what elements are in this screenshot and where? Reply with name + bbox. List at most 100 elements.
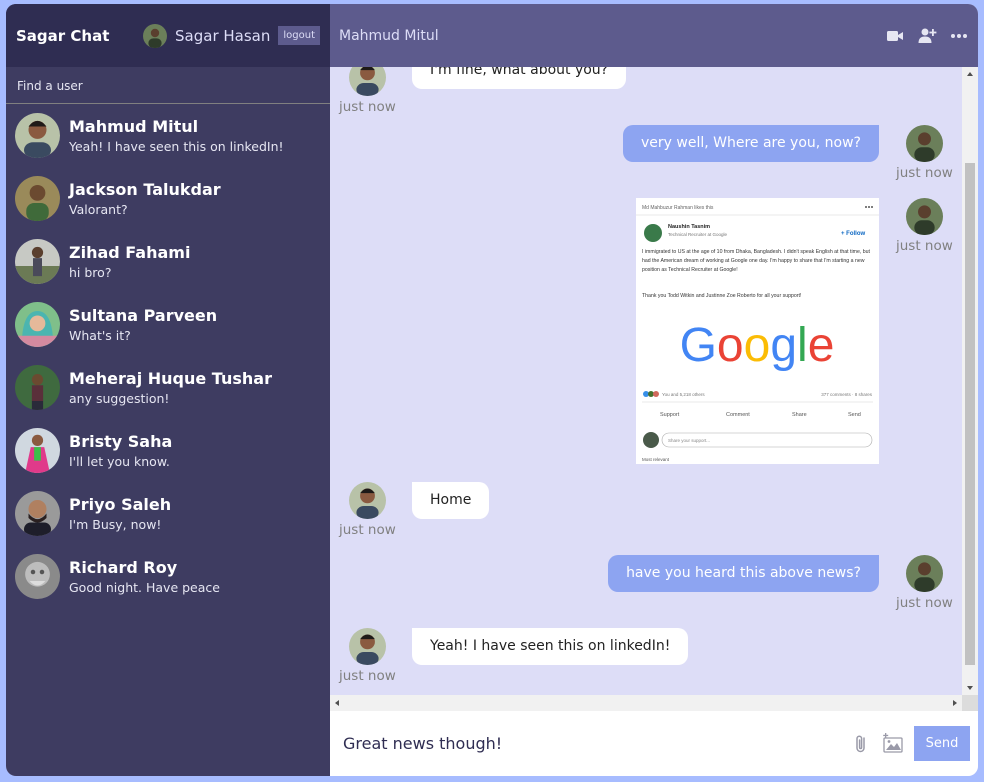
message-time: just now [896, 165, 953, 181]
post-author: Naushin Tasnim [668, 224, 710, 230]
scrollbar-thumb[interactable] [965, 163, 975, 665]
message-time: just now [339, 99, 396, 115]
scroll-right-arrow[interactable] [953, 700, 957, 706]
scroll-left-arrow[interactable] [335, 700, 339, 706]
post-comment-placeholder: Share your support... [668, 438, 710, 443]
chat-item-last-message: What's it? [69, 328, 131, 343]
post-thanks: Thank you Todd Witkin and Justinne Zoe R… [642, 293, 802, 299]
sidebar-navbar: Sagar Chat Sagar Hasan logout [6, 4, 330, 67]
message-time: just now [896, 238, 953, 254]
user-avatar [15, 365, 60, 410]
scroll-down-arrow[interactable] [967, 686, 973, 690]
chat-item-richard-roy[interactable]: Richard Roy Good night. Have peace [6, 545, 330, 608]
chat-item-name: Bristy Saha [69, 432, 173, 451]
message-time: just now [339, 668, 396, 684]
message-meta: just now [896, 125, 953, 181]
logout-button[interactable]: logout [278, 26, 320, 45]
chat-item-name: Zihad Fahami [69, 243, 191, 262]
current-user-avatar [143, 23, 168, 48]
chat-item-name: Jackson Talukdar [69, 180, 221, 199]
chat-header: Mahmud Mitul [330, 4, 978, 67]
sender-avatar [905, 125, 943, 162]
find-user-input[interactable] [6, 67, 330, 103]
post-liker-line: Md Mahbuzur Rahman likes this [642, 205, 714, 211]
chat-app: Sagar Chat Sagar Hasan logout Mahmud Mit… [6, 4, 978, 776]
chat-item-priyo-saleh[interactable]: Priyo Saleh I'm Busy, now! [6, 482, 330, 545]
scrollbar-corner [962, 695, 978, 711]
user-avatar [15, 302, 60, 347]
post-action-share: Share [792, 412, 807, 418]
send-area: Send [850, 726, 970, 761]
post-body: I immigrated to US at the age of 10 from… [642, 249, 870, 273]
more-icon[interactable] [949, 26, 969, 46]
google-logo-text: Google [680, 319, 835, 372]
user-avatar [15, 113, 60, 158]
chat-title: Mahmud Mitul [339, 27, 439, 44]
chat-item-name: Mahmud Mitul [69, 117, 199, 136]
message-bubble: I'm fine, what about you? [412, 67, 627, 89]
sender-avatar [905, 198, 943, 235]
message-meta: just now [339, 67, 396, 115]
chat-item-name: Meheraj Huque Tushar [69, 369, 272, 388]
chat-header-icons [885, 26, 969, 46]
chat-item-mahmud-mitul[interactable]: Mahmud Mitul Yeah! I have seen this on li… [6, 104, 330, 167]
message-bubble: very well, Where are you, now? [622, 125, 879, 162]
chat-item-last-message: Valorant? [69, 202, 128, 217]
add-user-icon[interactable] [917, 26, 937, 46]
post-reactions: You and 5,218 others [662, 392, 705, 397]
user-avatar [15, 176, 60, 221]
message-input-bar: Send [330, 711, 978, 776]
send-button[interactable]: Send [914, 726, 970, 761]
attach-file-icon[interactable] [850, 733, 872, 755]
sender-avatar [905, 555, 943, 592]
chat-item-sultana-parveen[interactable]: Sultana Parveen What's it? [6, 293, 330, 356]
message-meta: just now [339, 628, 396, 684]
current-user: Sagar Hasan logout [143, 23, 320, 48]
chat-item-last-message: Good night. Have peace [69, 580, 220, 595]
message-time: just now [339, 522, 396, 538]
chat-item-name: Sultana Parveen [69, 306, 218, 325]
sender-avatar [348, 628, 386, 665]
chat-panel: Mahmud Mitul just now I'm fine, what abo… [330, 4, 978, 776]
messages-area[interactable]: just now I'm fine, what about you? very … [330, 67, 962, 695]
post-author-role: Technical Recruiter at Google [668, 232, 728, 237]
user-avatar [15, 428, 60, 473]
message-bubble: have you heard this above news? [608, 555, 879, 592]
chat-item-last-message: any suggestion! [69, 391, 170, 406]
app-logo: Sagar Chat [16, 26, 110, 45]
message-meta: just now [896, 555, 953, 611]
chat-item-meheraj-huque-tushar[interactable]: Meheraj Huque Tushar any suggestion! [6, 356, 330, 419]
sender-avatar [348, 67, 386, 96]
video-camera-icon[interactable] [885, 26, 905, 46]
user-avatar [15, 491, 60, 536]
message-meta: just now [896, 198, 953, 254]
message-bubble: Home [412, 482, 490, 519]
sidebar: Sagar Chat Sagar Hasan logout Mahmud Mit… [6, 4, 330, 776]
chat-item-last-message: Yeah! I have seen this on linkedIn! [69, 139, 284, 154]
message-input[interactable] [341, 733, 850, 754]
search-form [6, 67, 330, 104]
message-time: just now [896, 595, 953, 611]
horizontal-scrollbar[interactable] [330, 695, 962, 711]
chat-item-last-message: I'm Busy, now! [69, 517, 162, 532]
chat-item-last-message: I'll let you know. [69, 454, 170, 469]
chat-item-jackson-talukdar[interactable]: Jackson Talukdar Valorant? [6, 167, 330, 230]
chat-list: Mahmud Mitul Yeah! I have seen this on li… [6, 104, 330, 776]
post-follow: + Follow [841, 231, 866, 237]
post-action-comment: Comment [726, 412, 750, 418]
scroll-up-arrow[interactable] [967, 72, 973, 76]
add-image-icon[interactable] [882, 732, 904, 755]
current-user-name: Sagar Hasan [175, 26, 271, 45]
post-action-send: Send [848, 412, 861, 418]
chat-item-name: Priyo Saleh [69, 495, 172, 514]
post-sort: Most relevant [642, 457, 670, 462]
chat-item-last-message: hi bro? [69, 265, 112, 280]
post-stats: 377 comments · 8 shares [821, 392, 873, 397]
chat-item-name: Richard Roy [69, 558, 178, 577]
shared-linkedin-post-image[interactable]: Md Mahbuzur Rahman likes this Naushin Ta… [636, 198, 879, 464]
chat-item-bristy-saha[interactable]: Bristy Saha I'll let you know. [6, 419, 330, 482]
vertical-scrollbar[interactable] [962, 67, 978, 695]
message-meta: just now [339, 482, 396, 538]
chat-item-zihad-fahami[interactable]: Zihad Fahami hi bro? [6, 230, 330, 293]
user-avatar [15, 554, 60, 599]
